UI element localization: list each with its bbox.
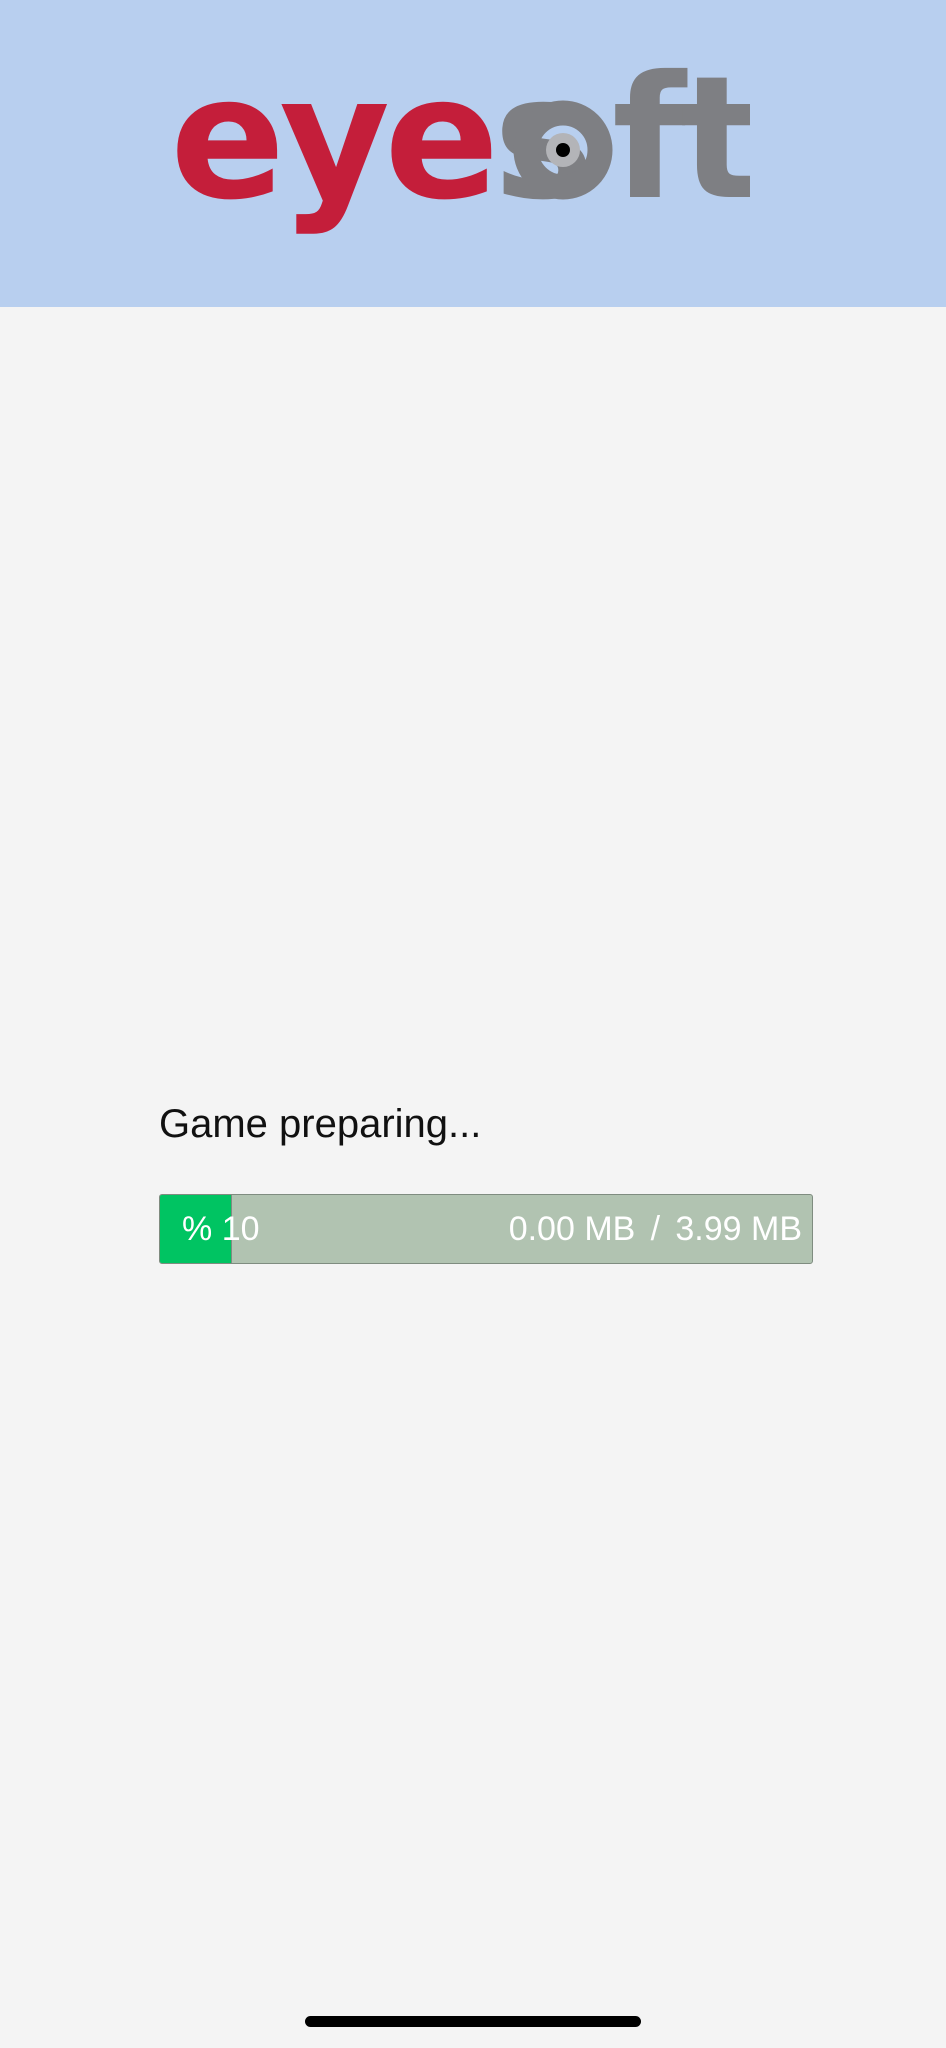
percent-sign: %	[182, 1210, 213, 1248]
logo-text-eye: eye	[170, 60, 493, 238]
size-separator: /	[650, 1210, 661, 1248]
status-label: Game preparing...	[159, 1102, 482, 1146]
progress-percent: % 10	[182, 1195, 260, 1263]
eyesoft-logo: eyes ft	[170, 60, 750, 238]
progress-size: 0.00 MB / 3.99 MB	[509, 1195, 802, 1263]
header-banner: eyes ft	[0, 0, 946, 307]
download-progress-bar: % 10 0.00 MB / 3.99 MB	[159, 1194, 813, 1264]
percent-value: 10	[221, 1210, 260, 1248]
logo-text-ft: ft	[612, 60, 750, 238]
home-indicator	[305, 2016, 641, 2027]
downloaded-size: 0.00 MB	[508, 1210, 636, 1248]
eye-icon	[513, 100, 613, 200]
total-size: 3.99 MB	[675, 1210, 802, 1248]
